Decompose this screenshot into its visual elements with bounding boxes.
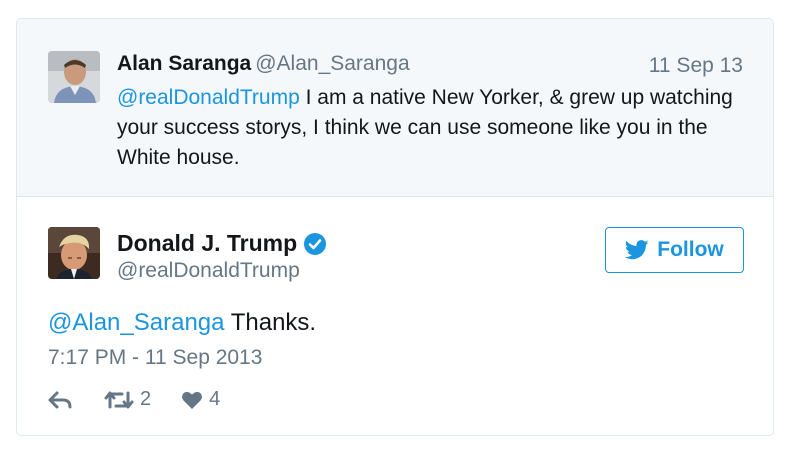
retweet-icon: [104, 391, 134, 408]
parent-author-screen-name[interactable]: @Alan_Saranga: [255, 52, 409, 75]
mention-link[interactable]: @Alan_Saranga: [48, 309, 224, 336]
tweet-body: Thanks.: [224, 309, 317, 336]
tweet-text: @Alan_Saranga Thanks.: [48, 309, 316, 337]
alan-saranga-avatar[interactable]: [48, 51, 100, 103]
parent-tweet-date[interactable]: 11 Sep 13: [649, 54, 743, 78]
author[interactable]: Donald J. Trump: [117, 230, 327, 257]
heart-icon: [182, 391, 203, 409]
mention-link[interactable]: @realDonaldTrump: [117, 86, 300, 109]
parent-author-name[interactable]: Alan Saranga: [117, 52, 251, 75]
tweet-actions: 2 4: [48, 388, 250, 411]
donald-trump-avatar[interactable]: [48, 227, 100, 279]
reply-icon: [48, 391, 72, 408]
author-screen-name[interactable]: @realDonaldTrump: [117, 259, 300, 283]
like-count: 4: [209, 388, 221, 410]
verified-badge-icon: [304, 232, 327, 255]
parent-tweet[interactable]: Alan Saranga @Alan_Saranga 11 Sep 13 @rea…: [17, 19, 773, 197]
parent-tweet-text: @realDonaldTrump I am a native New Yorke…: [117, 83, 757, 173]
like-button[interactable]: 4: [181, 388, 220, 411]
follow-label: Follow: [657, 238, 724, 261]
twitter-bird-icon: [625, 240, 649, 260]
retweet-button[interactable]: 2: [104, 388, 151, 411]
embedded-tweet-card: Alan Saranga @Alan_Saranga 11 Sep 13 @rea…: [16, 18, 774, 436]
parent-author[interactable]: Alan Saranga @Alan_Saranga: [117, 52, 410, 76]
reply-button[interactable]: [48, 390, 74, 410]
retweet-count: 2: [140, 388, 152, 410]
author-name[interactable]: Donald J. Trump: [117, 230, 297, 257]
tweet-timestamp[interactable]: 7:17 PM - 11 Sep 2013: [48, 346, 262, 370]
follow-button[interactable]: Follow: [605, 227, 744, 273]
